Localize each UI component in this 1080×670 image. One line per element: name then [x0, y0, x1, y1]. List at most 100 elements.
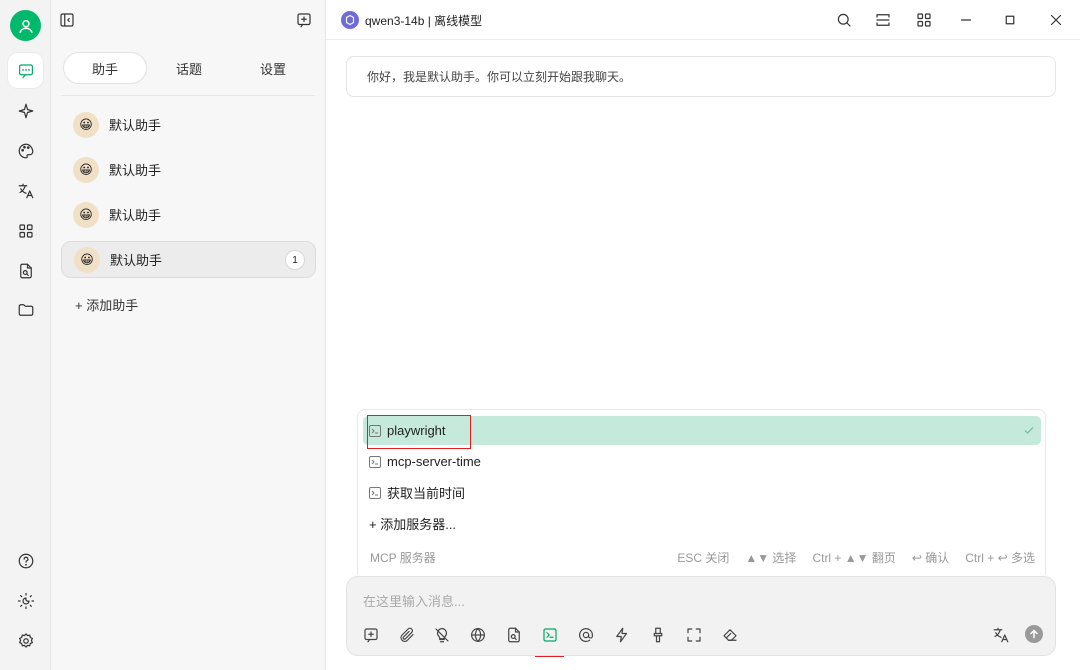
assistant-item[interactable]: 😀 默认助手	[61, 151, 316, 188]
keyboard-hints: ESC 关闭 ▲▼ 选择 Ctrl + ▲▼ 翻页 ↩ 确认 Ctrl + ↩ …	[677, 549, 1035, 566]
toggle-sidebar-button[interactable]	[56, 9, 78, 31]
new-chat-icon	[364, 628, 378, 643]
web-search-tool[interactable]	[467, 624, 489, 646]
rail-chat-button[interactable]	[8, 53, 43, 88]
assistant-name: 默认助手	[110, 253, 163, 268]
search-icon	[837, 13, 851, 27]
minapps-button[interactable]	[913, 9, 935, 31]
tab-assistants[interactable]: 助手	[63, 52, 147, 84]
mcp-item-label: 获取当前时间	[387, 486, 466, 501]
assistant-emoji: 😀	[73, 111, 99, 138]
clear-tool[interactable]	[719, 624, 741, 646]
maximize-icon	[1005, 15, 1015, 25]
expand-tool[interactable]	[683, 624, 705, 646]
rail-files-button[interactable]	[8, 253, 43, 288]
new-topic-tool[interactable]	[360, 624, 382, 646]
eraser-icon	[723, 629, 737, 641]
model-logo-icon	[341, 11, 359, 29]
popup-footer: MCP 服务器 ESC 关闭 ▲▼ 选择 Ctrl + ▲▼ 翻页 ↩ 确认 C…	[370, 548, 1035, 566]
user-icon	[18, 19, 33, 33]
topic-count-badge: 1	[285, 250, 305, 270]
tab-settings[interactable]: 设置	[231, 52, 315, 84]
user-avatar[interactable]	[10, 10, 41, 41]
globe-icon	[471, 628, 485, 642]
add-server-label: + 添加服务器...	[369, 517, 457, 532]
rail-apps-button[interactable]	[8, 213, 43, 248]
grid-icon	[917, 13, 931, 27]
assistant-panel: 助手 话题 设置 😀 默认助手 😀 默认助手 😀 默认助手 😀 默认助手 1 +…	[51, 0, 326, 670]
check-icon	[1024, 427, 1034, 434]
window-minimize-button[interactable]	[955, 9, 977, 31]
paperclip-icon	[400, 627, 414, 642]
window-maximize-button[interactable]	[999, 9, 1021, 31]
thinking-tool[interactable]	[431, 624, 453, 646]
translate-icon	[993, 627, 1009, 643]
hint-page: Ctrl + ▲▼ 翻页	[812, 550, 896, 565]
window-close-button[interactable]	[1045, 9, 1067, 31]
send-button[interactable]	[1025, 625, 1043, 643]
highlight-box-playwright	[367, 415, 471, 449]
sparkle-icon	[18, 103, 33, 118]
assistant-name: 默认助手	[109, 118, 162, 133]
assistant-emoji: 😀	[74, 246, 100, 273]
mcp-server-tool[interactable]	[539, 624, 561, 646]
chat-icon	[18, 63, 33, 78]
model-name: qwen3-14b | 离线模型	[365, 13, 483, 28]
assistant-item[interactable]: 😀 默认助手	[61, 106, 316, 143]
translate-icon	[18, 183, 33, 198]
at-icon	[579, 628, 593, 642]
assistant-item-active[interactable]: 😀 默认助手 1	[61, 241, 316, 278]
quick-phrase-tool[interactable]	[611, 624, 633, 646]
rail-translate-button[interactable]	[8, 173, 43, 208]
rail-agents-button[interactable]	[8, 93, 43, 128]
message-input[interactable]: 在这里输入消息...	[363, 591, 465, 610]
add-server-button[interactable]: + 添加服务器...	[363, 509, 1041, 538]
terminal-icon	[369, 486, 381, 499]
brush-icon	[653, 627, 663, 643]
help-icon	[18, 553, 33, 568]
new-topic-button[interactable]	[293, 9, 315, 31]
left-rail	[0, 0, 51, 670]
fullscreen-icon	[687, 628, 701, 642]
rail-folder-button[interactable]	[8, 292, 43, 327]
greeting-text: 你好，我是默认助手。你可以立刻开始跟我聊天。	[367, 70, 632, 84]
hint-select: ▲▼ 选择	[745, 550, 797, 565]
file-search-icon	[508, 627, 520, 643]
scan-icon	[876, 14, 890, 26]
lightbulb-off-icon	[435, 628, 449, 643]
hint-multi: Ctrl + ↩ 多选	[965, 550, 1035, 565]
mcp-item-get-time[interactable]: 获取当前时间	[363, 478, 1041, 507]
palette-icon	[18, 143, 33, 158]
assistant-emoji: 😀	[73, 156, 99, 183]
search-button[interactable]	[833, 9, 855, 31]
clear-context-tool[interactable]	[647, 624, 669, 646]
rail-paint-button[interactable]	[8, 133, 43, 168]
tab-topics[interactable]: 话题	[147, 52, 231, 84]
mention-tool[interactable]	[575, 624, 597, 646]
chat-header: qwen3-14b | 离线模型	[326, 0, 1080, 40]
message-input-area: 在这里输入消息...	[346, 576, 1056, 656]
hint-close: ESC 关闭	[677, 550, 730, 565]
theme-icon	[17, 592, 34, 609]
mcp-item-label: mcp-server-time	[387, 454, 481, 469]
rail-theme-button[interactable]	[8, 583, 43, 618]
rail-settings-button[interactable]	[8, 623, 43, 658]
model-selector[interactable]: qwen3-14b | 离线模型	[341, 10, 482, 30]
knowledge-tool[interactable]	[503, 624, 525, 646]
translate-tool[interactable]	[990, 624, 1012, 646]
panel-toolbar	[51, 0, 326, 40]
assistant-emoji: 😀	[73, 201, 99, 228]
attach-tool[interactable]	[396, 624, 418, 646]
minimize-icon	[960, 19, 972, 21]
add-assistant-button[interactable]: + 添加助手	[75, 294, 138, 314]
assistant-item[interactable]: 😀 默认助手	[61, 196, 316, 233]
terminal-icon	[543, 628, 557, 642]
mcp-item-server-time[interactable]: mcp-server-time	[363, 447, 1041, 476]
tabs-divider	[61, 95, 315, 96]
panel-tabs: 助手 话题 设置	[63, 52, 315, 84]
layout-button[interactable]	[872, 9, 894, 31]
rail-help-button[interactable]	[8, 543, 43, 578]
apps-grid-icon	[18, 223, 33, 238]
assistant-greeting-message: 你好，我是默认助手。你可以立刻开始跟我聊天。	[346, 56, 1056, 97]
assistant-name: 默认助手	[109, 163, 162, 178]
